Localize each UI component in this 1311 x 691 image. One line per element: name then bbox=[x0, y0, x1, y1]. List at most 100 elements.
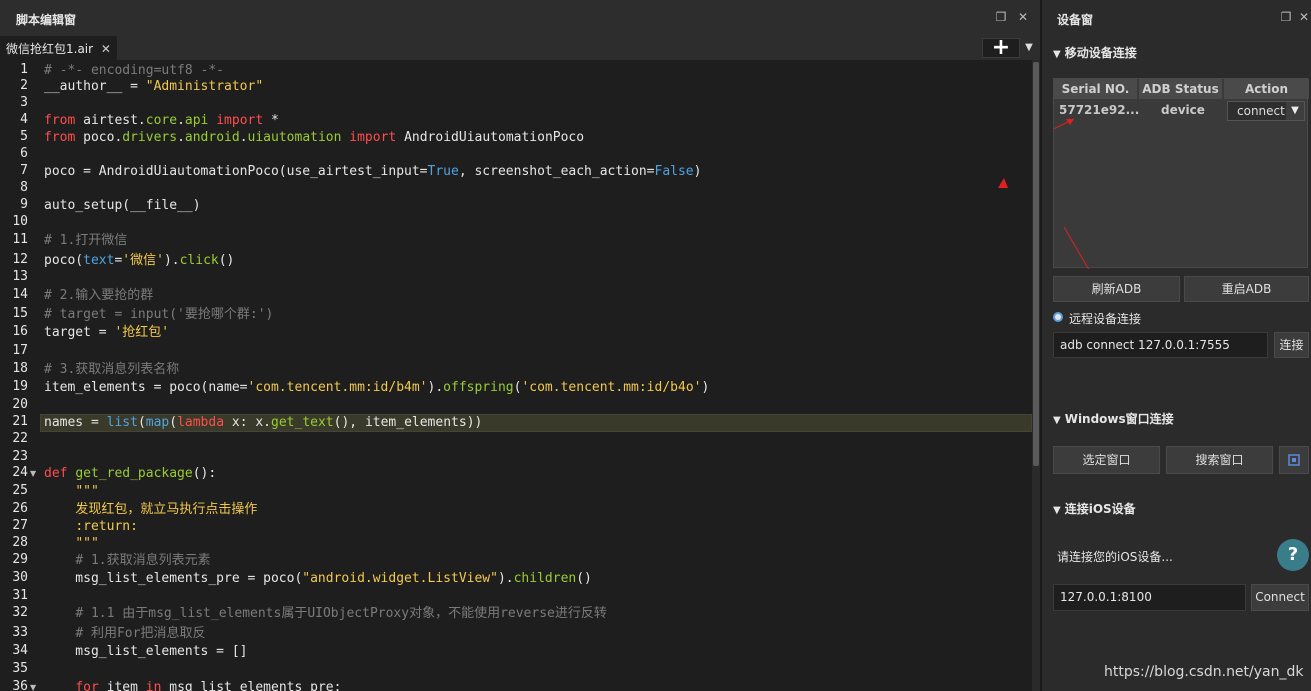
triangle-down-icon: ▼ bbox=[1053, 415, 1061, 426]
chevron-down-icon[interactable]: ▼ bbox=[1022, 40, 1036, 56]
line-number: 29 bbox=[12, 552, 28, 567]
window-picker-icon[interactable] bbox=[1279, 446, 1309, 474]
device-pane: 设备窗 ❐ ✕ ▼ 移动设备连接 Serial NO. ADB Status Ac… bbox=[1042, 0, 1311, 691]
code-line: item_elements = poco(name='com.tencent.m… bbox=[44, 380, 710, 395]
triangle-down-icon: ▼ bbox=[1053, 49, 1061, 60]
line-number: 19 bbox=[12, 379, 28, 394]
mobile-section-toggle[interactable]: ▼ 移动设备连接 bbox=[1053, 44, 1137, 61]
line-number: 3 bbox=[20, 95, 28, 110]
section-title: 移动设备连接 bbox=[1064, 46, 1137, 60]
tab-label: 微信抢红包1.air bbox=[6, 42, 94, 56]
editor-title: 脚本编辑窗 bbox=[16, 13, 77, 27]
line-number: 36 bbox=[12, 679, 28, 691]
section-title: Windows窗口连接 bbox=[1064, 412, 1174, 426]
fold-toggle-icon[interactable]: ▼ bbox=[30, 683, 36, 691]
line-number: 2 bbox=[20, 78, 28, 93]
line-number: 6 bbox=[20, 146, 28, 161]
ios-connect-button[interactable]: Connect bbox=[1251, 584, 1309, 611]
code-line: # 利用For把消息取反 bbox=[75, 626, 206, 641]
code-line: msg_list_elements_pre = poco("android.wi… bbox=[44, 571, 592, 586]
remote-connect-button[interactable]: 连接 bbox=[1274, 332, 1309, 358]
triangle-down-icon: ▼ bbox=[1053, 505, 1061, 516]
close-icon[interactable]: ✕ bbox=[1297, 10, 1311, 24]
ios-section-toggle[interactable]: ▼ 连接iOS设备 bbox=[1053, 500, 1136, 517]
red-arrow-marker bbox=[998, 178, 1008, 188]
code-line: msg_list_elements = [] bbox=[44, 644, 248, 659]
remote-section-label: 远程设备连接 bbox=[1069, 312, 1142, 326]
code-line: def get_red_package(): bbox=[44, 466, 217, 481]
line-number: 4 bbox=[20, 112, 28, 127]
tab-script-file[interactable]: 微信抢红包1.air ✕ bbox=[0, 36, 117, 60]
remote-connect-radio[interactable] bbox=[1053, 312, 1063, 322]
line-number: 33 bbox=[12, 625, 28, 640]
line-number: 23 bbox=[12, 449, 28, 464]
search-window-button[interactable]: 搜索窗口 bbox=[1166, 446, 1273, 474]
code-line: 发现红包，就立马执行点击操作 bbox=[75, 502, 258, 517]
line-number: 7 bbox=[20, 163, 28, 178]
line-number: 13 bbox=[12, 269, 28, 284]
code-line: :return: bbox=[75, 519, 138, 534]
code-line: # 1.打开微信 bbox=[44, 233, 128, 248]
code-line: # 3.获取消息列表名称 bbox=[44, 362, 180, 377]
code-line: auto_setup(__file__) bbox=[44, 198, 201, 213]
restore-icon[interactable]: ❐ bbox=[1279, 10, 1293, 24]
line-number: 32 bbox=[12, 605, 28, 620]
line-number: 12 bbox=[12, 252, 28, 267]
select-window-button[interactable]: 选定窗口 bbox=[1053, 446, 1160, 474]
line-number: 16 bbox=[12, 324, 28, 339]
code-line: __author__ = "Administrator" bbox=[44, 79, 264, 94]
restart-adb-button[interactable]: 重启ADB bbox=[1184, 276, 1309, 302]
line-number: 34 bbox=[12, 643, 28, 658]
line-number: 5 bbox=[20, 129, 28, 144]
code-line: # target = input('要抢哪个群:') bbox=[44, 307, 274, 322]
refresh-adb-button[interactable]: 刷新ADB bbox=[1053, 276, 1180, 302]
code-line: target = '抢红包' bbox=[44, 325, 170, 340]
add-new-button[interactable]: + bbox=[982, 37, 1020, 59]
line-number: 8 bbox=[20, 180, 28, 195]
line-number: 14 bbox=[12, 287, 28, 302]
line-number: 9 bbox=[20, 197, 28, 212]
line-number: 30 bbox=[12, 570, 28, 585]
help-button[interactable]: ? bbox=[1277, 539, 1309, 571]
windows-section-toggle[interactable]: ▼ Windows窗口连接 bbox=[1053, 410, 1174, 427]
code-line: names = list(map(lambda x: x.get_text(),… bbox=[44, 415, 483, 430]
line-number: 25 bbox=[12, 483, 28, 498]
fold-toggle-icon[interactable]: ▼ bbox=[30, 469, 36, 478]
line-number: 11 bbox=[12, 232, 28, 247]
code-line: # 1.1 由于msg_list_elements属于UIObjectProxy… bbox=[75, 606, 607, 621]
code-editor[interactable]: 1 2 3 4 5 6 7 8 9 10 11 12 13 14 15 16 17 18 19 20 21 22 23 24 ▼… bbox=[0, 60, 1040, 691]
code-line: poco = AndroidUiautomationPoco(use_airte… bbox=[44, 164, 702, 179]
ios-address-input[interactable]: 127.0.0.1:8100 bbox=[1053, 584, 1246, 611]
line-number-gutter: 1 2 3 4 5 6 7 8 9 10 11 12 13 14 15 16 17 18 19 20 21 22 23 24 ▼… bbox=[0, 60, 40, 691]
code-line: from airtest.core.api import * bbox=[44, 113, 279, 128]
line-number: 28 bbox=[12, 535, 28, 550]
line-number: 1 bbox=[20, 62, 28, 77]
line-number: 20 bbox=[12, 397, 28, 412]
script-editor-pane: 脚本编辑窗 ❐ ✕ 微信抢红包1.air ✕ + ▼ 1 2 3 4 5 6 7 8 9 10 11… bbox=[0, 0, 1040, 691]
red-annotation-arrows bbox=[1054, 118, 1090, 269]
line-number: 17 bbox=[12, 343, 28, 358]
code-line: poco(text='微信').click() bbox=[44, 253, 235, 268]
code-line: """ bbox=[75, 484, 99, 499]
editor-tabbar: 微信抢红包1.air ✕ + ▼ bbox=[0, 36, 1040, 60]
remote-adb-input[interactable]: adb connect 127.0.0.1:7555 bbox=[1053, 332, 1268, 358]
code-line: from poco.drivers.android.uiautomation i… bbox=[44, 130, 585, 145]
line-number: 21 bbox=[12, 414, 28, 429]
code-line: for item in msg_list_elements_pre: bbox=[75, 680, 342, 691]
ios-prompt: 请连接您的iOS设备... bbox=[1057, 550, 1173, 564]
line-number: 27 bbox=[12, 518, 28, 533]
tab-close-icon[interactable]: ✕ bbox=[101, 42, 111, 56]
line-number: 31 bbox=[12, 588, 28, 603]
line-number: 10 bbox=[12, 214, 28, 229]
line-number: 15 bbox=[12, 306, 28, 321]
section-title: 连接iOS设备 bbox=[1064, 502, 1136, 516]
close-icon[interactable]: ✕ bbox=[1016, 10, 1030, 24]
line-number: 35 bbox=[12, 661, 28, 676]
code-line: """ bbox=[75, 536, 99, 551]
device-table: Serial NO. ADB Status Action 57721e92...… bbox=[1053, 78, 1309, 269]
device-title: 设备窗 bbox=[1057, 13, 1094, 27]
restore-icon[interactable]: ❐ bbox=[994, 10, 1008, 24]
editor-scroll-thumb[interactable] bbox=[1033, 62, 1039, 466]
line-number: 26 bbox=[12, 501, 28, 516]
editor-titlebar: 脚本编辑窗 ❐ ✕ bbox=[0, 0, 1040, 36]
